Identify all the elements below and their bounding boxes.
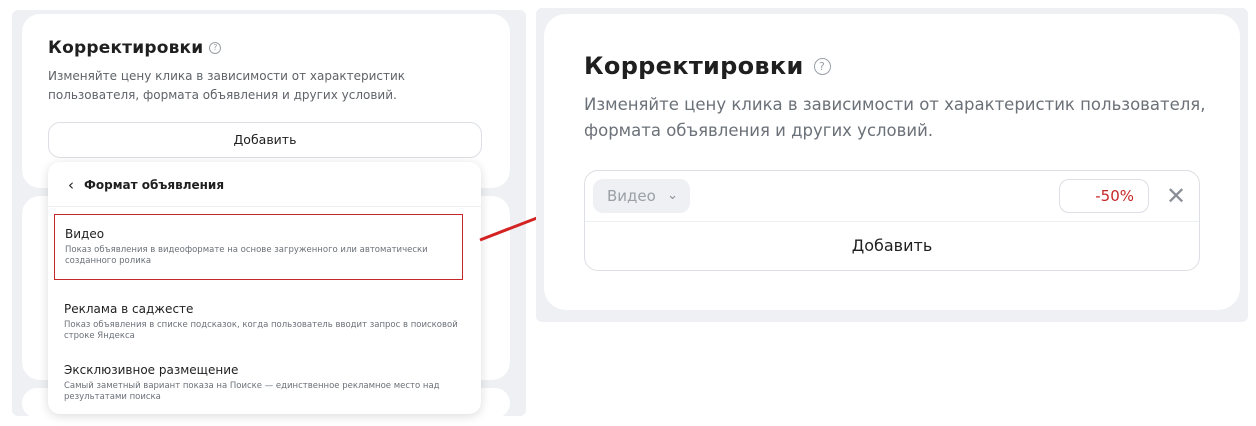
ad-format-select[interactable]: Видео ⌄ — [593, 179, 690, 213]
option-suggest-ad[interactable]: Реклама в саджесте Показ объявления в сп… — [64, 302, 464, 342]
ad-format-dropdown: ‹ Формат объявления Видео Показ объявлен… — [48, 162, 481, 414]
adjustments-description: Изменяйте цену клика в зависимости от ха… — [584, 95, 1206, 140]
adjustments-title-right: Корректировки ? — [584, 52, 831, 80]
dropdown-header[interactable]: ‹ Формат объявления — [68, 176, 224, 194]
selected-value: Видео — [607, 187, 656, 205]
help-icon[interactable]: ? — [209, 42, 222, 54]
option-exclusive-placement[interactable]: Эксклюзивное размещение Самый заметный в… — [64, 363, 464, 403]
title-text: Корректировки — [48, 38, 204, 58]
option-video[interactable]: Видео Показ объявления в видеоформате на… — [54, 214, 463, 280]
divider — [48, 206, 481, 207]
percent-input[interactable]: -50% — [1059, 179, 1149, 213]
option-description: Самый заметный вариант показа на Поиске … — [64, 381, 440, 402]
add-button[interactable]: Добавить — [48, 122, 482, 158]
option-name: Эксклюзивное размещение — [64, 363, 239, 377]
help-icon[interactable]: ? — [813, 57, 831, 75]
dropdown-header-label: Формат объявления — [84, 178, 225, 192]
close-icon[interactable]: ✕ — [1161, 179, 1191, 213]
chevron-down-icon: ⌄ — [667, 188, 678, 203]
adjustments-card-right: Корректировки ? Изменяйте цену клика в з… — [544, 14, 1240, 310]
adjustments-description: Изменяйте цену клика в зависимости от ха… — [48, 69, 406, 102]
back-chevron-icon[interactable]: ‹ — [68, 176, 74, 194]
title-text: Корректировки — [584, 52, 804, 80]
option-name: Реклама в саджесте — [64, 302, 194, 316]
adjustments-title-left: Корректировки ? — [48, 38, 222, 58]
option-description: Показ объявления в списке подсказок, ког… — [64, 320, 458, 341]
option-name: Видео — [65, 227, 105, 241]
add-button[interactable]: Добавить — [585, 222, 1199, 270]
adjustment-row-box: Видео ⌄ -50% ✕ Добавить — [584, 170, 1200, 271]
option-description: Показ объявления в видеоформате на основ… — [65, 245, 428, 266]
